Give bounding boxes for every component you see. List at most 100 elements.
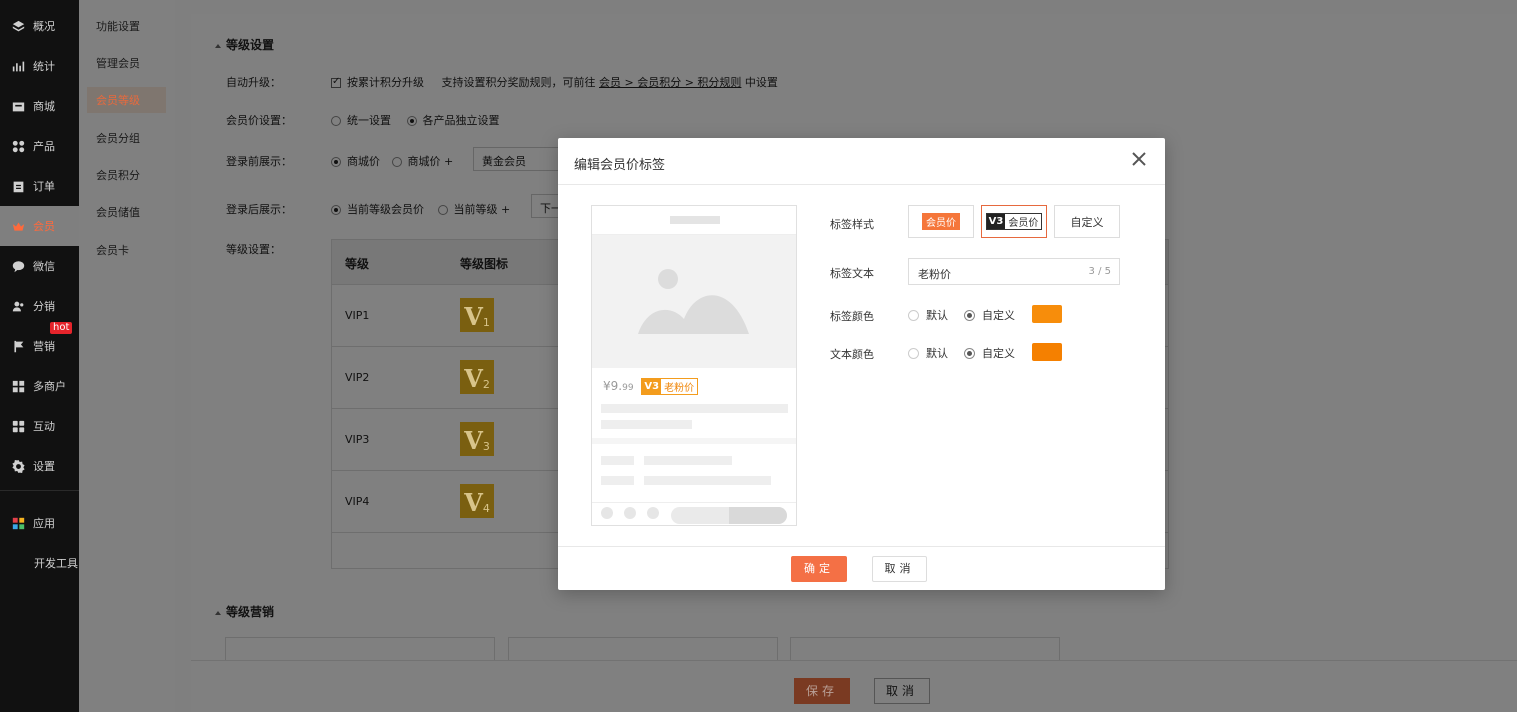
- users-icon: [11, 299, 25, 313]
- nav-item-wechat[interactable]: 微信: [0, 246, 79, 286]
- member-price-label: 会员价设置：: [226, 114, 292, 127]
- image-placeholder-icon: [592, 235, 796, 368]
- col-header-level: 等级: [345, 257, 370, 271]
- placeholder-bar: [644, 456, 732, 465]
- sub-item-manage-members[interactable]: 管理会员: [87, 50, 166, 76]
- preview-separator: [592, 438, 796, 444]
- tag-style-option-custom[interactable]: 自定义: [1054, 205, 1120, 238]
- preview-footer: [592, 502, 796, 526]
- cancel-button[interactable]: 取消: [872, 556, 927, 582]
- page-cancel-button[interactable]: 取消: [874, 678, 930, 704]
- placeholder-bar: [601, 404, 788, 413]
- bottom-action-bar: 保存 取消: [191, 660, 1517, 712]
- sub-item-member-points[interactable]: 会员积分: [87, 162, 166, 188]
- col-header-icon: 等级图标: [460, 257, 509, 271]
- before-login-plus-radio[interactable]: [391, 157, 402, 167]
- placeholder-bar: [601, 420, 692, 429]
- sub-item-member-groups[interactable]: 会员分组: [87, 125, 166, 151]
- nav-item-stats[interactable]: 统计: [0, 46, 79, 86]
- phone-preview: ¥9.99 V3 老粉价: [591, 205, 797, 526]
- chart-icon: [11, 59, 25, 73]
- sub-item-member-balance[interactable]: 会员储值: [87, 199, 166, 225]
- after-login-current-radio[interactable]: [331, 205, 341, 215]
- nav-item-dev-tools[interactable]: 开发工具: [0, 543, 79, 583]
- tag-color-swatch[interactable]: [1032, 305, 1062, 323]
- preview-header: [592, 206, 796, 235]
- nav-item-store[interactable]: 商城: [0, 86, 79, 126]
- placeholder-bar: [601, 456, 634, 465]
- gear-icon: [11, 459, 25, 473]
- tag-style-option-vip[interactable]: V3 会员价: [981, 205, 1047, 238]
- points-rule-link[interactable]: 会员 > 会员积分 > 积分规则: [599, 76, 741, 89]
- sub-item-member-card[interactable]: 会员卡: [87, 237, 166, 263]
- preview-price: ¥9.99 V3 老粉价: [603, 378, 699, 395]
- dialog-header: 编辑会员价标签: [558, 138, 1165, 185]
- nav-item-settings[interactable]: 设置: [0, 446, 79, 486]
- nav-item-products[interactable]: 产品: [0, 126, 79, 166]
- text-color-default-radio[interactable]: 默认: [908, 345, 948, 361]
- level-marketing-title: 等级营销: [215, 603, 274, 620]
- apps-icon: [11, 419, 25, 433]
- vip-level-icon: V1: [460, 298, 494, 332]
- chat-icon: [11, 259, 25, 273]
- placeholder-bar: [601, 476, 634, 485]
- main-nav: 概况 统计 商城 产品 订单 会员 微信 分销 营销 hot 多商户 互动 设置…: [0, 0, 79, 712]
- auto-upgrade-checkbox[interactable]: [331, 76, 341, 88]
- text-color-swatch[interactable]: [1032, 343, 1062, 361]
- member-price-individual-radio[interactable]: [406, 116, 417, 126]
- auto-upgrade-row: 按累计积分升级 支持设置积分奖励规则，可前往 会员 > 会员积分 > 积分规则 …: [331, 74, 778, 90]
- before-login-level-select[interactable]: 黄金会员: [473, 147, 563, 171]
- store-icon: [11, 99, 25, 113]
- shop-icon: [11, 379, 25, 393]
- tag-color-default-radio[interactable]: 默认: [908, 307, 948, 323]
- save-button[interactable]: 保存: [794, 678, 850, 704]
- dialog-footer: 确定 取消: [558, 546, 1165, 590]
- nav-item-apps[interactable]: 应用: [0, 503, 79, 543]
- levels-label: 等级设置：: [226, 243, 281, 256]
- flag-icon: [11, 339, 25, 353]
- auto-upgrade-label: 自动升级：: [226, 76, 281, 89]
- dialog-title: 编辑会员价标签: [574, 158, 666, 173]
- nav-item-members[interactable]: 会员: [0, 206, 79, 246]
- tag-style-option-orange[interactable]: 会员价: [908, 205, 974, 238]
- before-login-label: 登录前展示：: [226, 155, 292, 168]
- clipboard-icon: [11, 179, 25, 193]
- layers-icon: [11, 19, 25, 33]
- vip-level-icon: V3: [460, 422, 494, 456]
- edit-member-price-tag-dialog: 编辑会员价标签 ¥9.99 V3 老粉价 标签样式 会员价 V3 会员价 自定义…: [558, 138, 1165, 590]
- text-color-custom-radio[interactable]: 自定义: [964, 345, 1015, 361]
- colorgrid-icon: [11, 516, 25, 530]
- nav-item-orders[interactable]: 订单: [0, 166, 79, 206]
- confirm-button[interactable]: 确定: [791, 556, 847, 582]
- tag-text-input[interactable]: 老粉价 3 / 5: [908, 258, 1120, 285]
- nav-item-overview[interactable]: 概况: [0, 6, 79, 46]
- vip-level-icon: V2: [460, 360, 494, 394]
- before-login-options: 商城价 商城价 +: [331, 153, 453, 169]
- tag-color-custom-radio[interactable]: 自定义: [964, 307, 1015, 323]
- tag-color-label: 标签颜色: [830, 310, 874, 323]
- member-price-unified-radio[interactable]: [331, 116, 341, 126]
- nav-divider: [0, 490, 79, 491]
- sub-item-feature-settings[interactable]: 功能设置: [87, 13, 166, 39]
- sub-item-member-levels[interactable]: 会员等级: [87, 87, 166, 113]
- nav-item-multi-merchant[interactable]: 多商户: [0, 366, 79, 406]
- member-price-options: 统一设置 各产品独立设置: [331, 112, 500, 128]
- sub-menu: 功能设置 管理会员 会员等级 会员分组 会员积分 会员储值 会员卡: [79, 0, 175, 712]
- hot-badge: hot: [50, 322, 73, 334]
- preview-member-tag: V3 老粉价: [641, 378, 699, 395]
- tag-text-label: 标签文本: [830, 267, 874, 280]
- grid-icon: [11, 139, 25, 153]
- nav-item-distribution[interactable]: 分销: [0, 286, 79, 326]
- close-icon[interactable]: [1131, 151, 1151, 171]
- vip-level-icon: V4: [460, 484, 494, 518]
- before-login-store-price-radio[interactable]: [331, 157, 341, 167]
- crown-icon: [11, 219, 25, 233]
- tag-style-label: 标签样式: [830, 218, 874, 231]
- after-login-plus-radio[interactable]: [437, 205, 448, 215]
- after-login-label: 登录后展示：: [226, 203, 292, 216]
- text-color-label: 文本颜色: [830, 348, 874, 361]
- placeholder-bar: [644, 476, 771, 485]
- char-count: 3 / 5: [1088, 266, 1111, 277]
- level-settings-title: 等级设置: [215, 36, 274, 53]
- nav-item-interaction[interactable]: 互动: [0, 406, 79, 446]
